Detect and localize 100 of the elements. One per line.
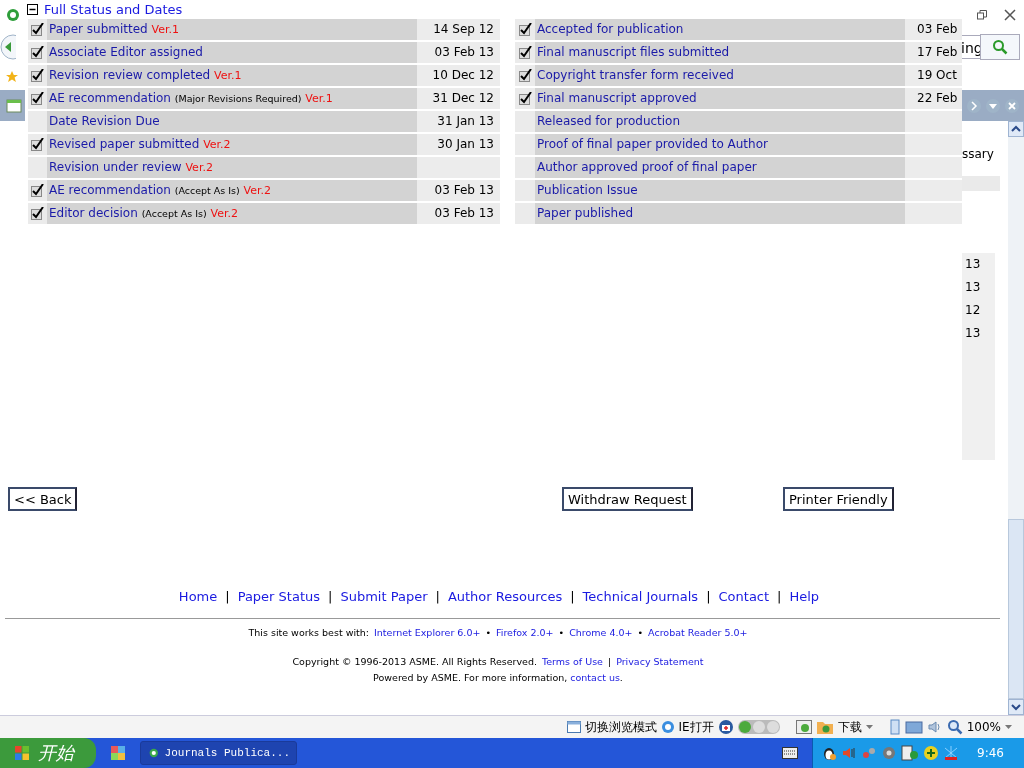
quick-launch-icon[interactable] xyxy=(110,745,126,761)
folder-icon[interactable] xyxy=(815,719,834,735)
scrollbar[interactable] xyxy=(1008,121,1024,715)
download-button[interactable]: 下载 xyxy=(837,718,862,736)
status-label: AE recommendation (Accept As Is) Ver.2 xyxy=(47,180,417,201)
search-button[interactable] xyxy=(980,34,1020,60)
bullet-separator: • xyxy=(558,627,565,638)
tab-page-icon[interactable] xyxy=(6,98,22,113)
status-label: Copyright transfer form received xyxy=(535,65,905,86)
status-label: Author approved proof of final paper xyxy=(535,157,905,178)
clock: 9:46 xyxy=(977,746,1004,760)
close-icon[interactable] xyxy=(1004,9,1016,21)
penguin-icon[interactable] xyxy=(821,745,838,761)
network-icon[interactable] xyxy=(861,745,878,761)
close-circle-icon[interactable] xyxy=(1004,97,1020,114)
back-icon[interactable] xyxy=(0,34,16,60)
scroll-thumb[interactable] xyxy=(1008,519,1024,699)
status-date: 14 Sep 12 xyxy=(417,19,500,40)
nav-link[interactable]: Home xyxy=(178,589,218,604)
status-date xyxy=(905,180,962,201)
status-label: Publication Issue xyxy=(535,180,905,201)
caret-icon[interactable] xyxy=(865,725,873,729)
browser-link[interactable]: Firefox 2.0+ xyxy=(496,627,554,638)
status-date: 22 Feb xyxy=(905,88,962,109)
link-separator: | xyxy=(607,656,612,667)
status-label: Associate Editor assigned xyxy=(47,42,417,63)
status-date: 31 Dec 12 xyxy=(417,88,500,109)
browser-link[interactable]: Chrome 4.0+ xyxy=(569,627,633,638)
status-label: Paper published xyxy=(535,203,905,224)
first-aid-icon[interactable] xyxy=(717,719,734,735)
gear-icon[interactable] xyxy=(881,745,898,761)
mode-switch-button[interactable]: 切换浏览模式 xyxy=(584,718,657,736)
link-separator: | xyxy=(777,589,782,604)
speaker-icon[interactable] xyxy=(926,719,943,735)
status-label: Date Revision Due xyxy=(47,111,417,132)
terms-link[interactable]: Terms of Use xyxy=(542,656,603,667)
status-date xyxy=(905,203,962,224)
checkbox-checked-icon xyxy=(31,138,44,151)
status-label: Revised paper submitted Ver.2 xyxy=(47,134,417,155)
link-separator: | xyxy=(435,589,440,604)
status-date xyxy=(905,111,962,132)
checkbox-checked-icon xyxy=(31,184,44,197)
link-separator: | xyxy=(706,589,711,604)
page-button[interactable]: << Back xyxy=(8,487,78,511)
restore-icon[interactable] xyxy=(976,9,988,21)
browser-link[interactable]: Internet Explorer 6.0+ xyxy=(374,627,481,638)
browser-logo-icon xyxy=(6,8,20,22)
browser-logo-icon[interactable] xyxy=(660,720,675,734)
link-separator: | xyxy=(570,589,575,604)
checkbox-checked-icon xyxy=(31,92,44,105)
dropdown-circle-icon[interactable] xyxy=(985,97,1001,114)
browser-link[interactable]: Acrobat Reader 5.0+ xyxy=(648,627,748,638)
bullet-separator: • xyxy=(637,627,644,638)
open-in-ie-button[interactable]: IE打开 xyxy=(678,718,714,736)
nav-link[interactable]: Submit Paper xyxy=(340,589,428,604)
windows-logo-icon xyxy=(14,745,30,761)
nav-link[interactable]: Technical Journals xyxy=(582,589,699,604)
window-refresh-icon[interactable] xyxy=(795,719,812,735)
scroll-down-icon[interactable] xyxy=(1008,699,1024,715)
device-icon[interactable] xyxy=(888,719,901,735)
popup-title[interactable]: Full Status and Dates xyxy=(44,2,183,17)
status-date: 30 Jan 13 xyxy=(417,134,500,155)
status-date: 10 Dec 12 xyxy=(417,65,500,86)
contact-link[interactable]: contact us xyxy=(570,672,620,683)
media-icon[interactable] xyxy=(901,745,920,761)
monitor-icon[interactable] xyxy=(904,719,923,735)
checkbox-checked-icon xyxy=(31,207,44,220)
page-button[interactable]: Withdraw Request xyxy=(562,487,693,511)
spark-icon[interactable] xyxy=(943,745,960,761)
status-date: 31 Jan 13 xyxy=(417,111,500,132)
status-label: Editor decision (Accept As Is) Ver.2 xyxy=(47,203,417,224)
window-icon[interactable] xyxy=(566,721,581,733)
caret-icon[interactable] xyxy=(1005,725,1012,729)
collapse-icon[interactable] xyxy=(27,4,38,15)
status-label: Final manuscript files submitted xyxy=(535,42,905,63)
status-date: 17 Feb xyxy=(905,42,962,63)
page-button[interactable]: Printer Friendly xyxy=(783,487,894,511)
nav-link[interactable]: Author Resources xyxy=(447,589,563,604)
table-cell-text: 13 xyxy=(964,325,982,342)
taskbar-window-button[interactable]: Journals Publica... xyxy=(140,741,297,765)
plus-circle-icon[interactable] xyxy=(923,745,940,761)
zoom-level-button[interactable]: 100% xyxy=(966,720,1001,734)
status-date: 19 Oct xyxy=(905,65,962,86)
checkbox-checked-icon xyxy=(31,46,44,59)
nav-link[interactable]: Paper Status xyxy=(237,589,320,604)
browser-support-label: This site works best with: xyxy=(248,627,369,638)
nav-link[interactable]: Contact xyxy=(718,589,770,604)
zoom-icon[interactable] xyxy=(946,719,963,735)
nav-link[interactable]: Help xyxy=(789,589,820,604)
table-cell-text: 13 xyxy=(964,256,982,273)
checkbox-checked-icon xyxy=(31,23,44,36)
status-label: Final manuscript approved xyxy=(535,88,905,109)
link-separator: | xyxy=(328,589,333,604)
powered-by-text: Powered by ASME. For more information, contact us. xyxy=(373,672,623,683)
circle-button-icon[interactable] xyxy=(966,97,982,114)
start-button[interactable]: 开始 xyxy=(0,738,96,768)
star-icon[interactable] xyxy=(5,70,19,84)
keyboard-icon[interactable] xyxy=(782,747,799,759)
privacy-link[interactable]: Privacy Statement xyxy=(616,656,704,667)
scroll-up-icon[interactable] xyxy=(1008,121,1024,137)
